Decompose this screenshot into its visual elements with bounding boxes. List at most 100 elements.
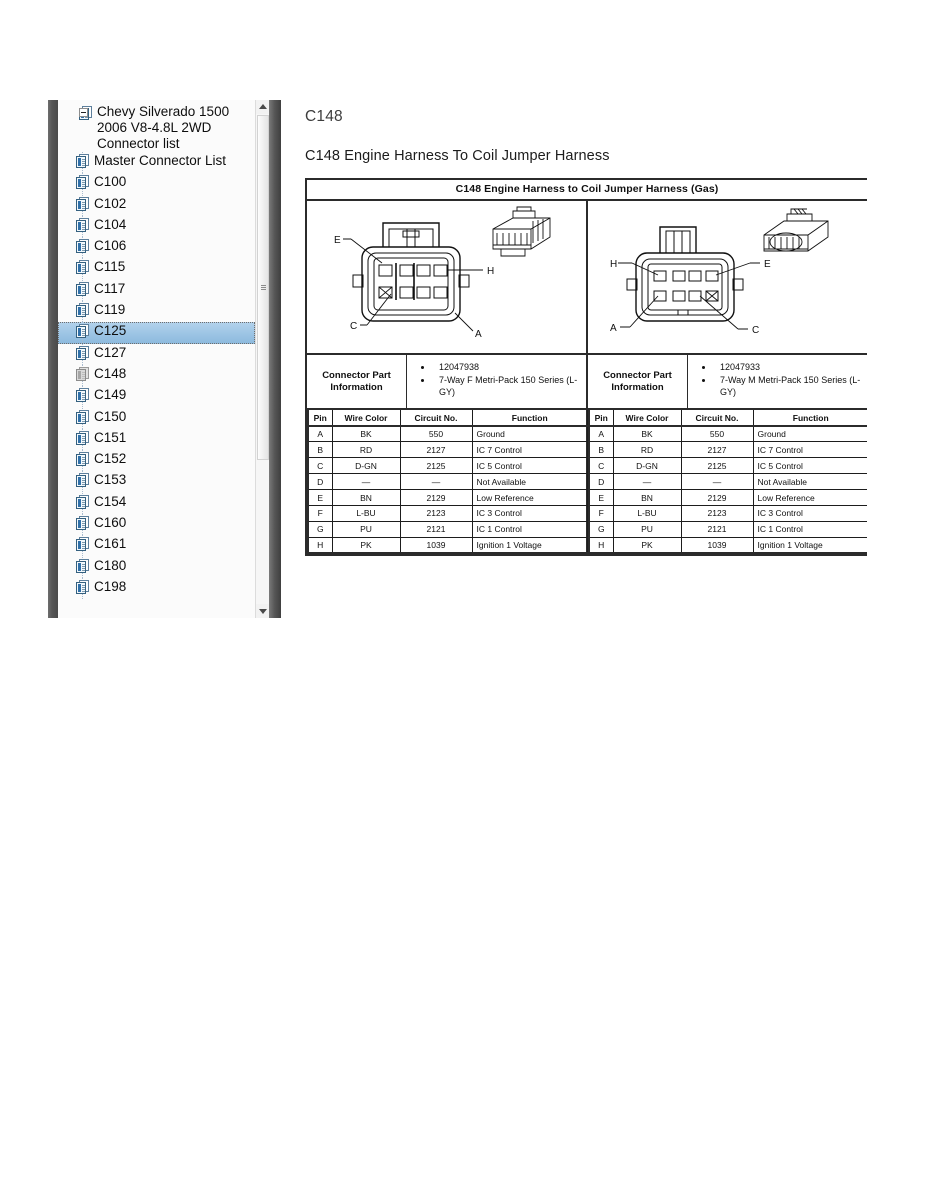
table-row: H PK 1039 Ignition 1 Voltage	[307, 536, 588, 555]
cpi-values-male: 12047933 7-Way M Metri-Pack 150 Series (…	[688, 355, 867, 408]
tree-item-label: C100	[94, 174, 127, 190]
tree-item-c125[interactable]: C125	[58, 322, 255, 344]
cell-function: IC 3 Control	[752, 504, 867, 522]
callout-C: C	[752, 325, 759, 336]
document-icon	[76, 409, 89, 424]
pin-table-half-male: Pin Wire Color Circuit No. Function A BK 550 Gr…	[588, 408, 867, 555]
pin-table-header-row: Pin Wire Color Circuit No. Function	[307, 408, 588, 427]
cell-function: Low Reference	[752, 489, 867, 506]
cell-wire: BK	[612, 425, 682, 443]
pin-table-half-female: Pin Wire Color Circuit No. Function A BK 550 Gr…	[307, 408, 588, 555]
cell-pin: G	[307, 520, 333, 538]
tree-item-c154[interactable]: C154	[58, 492, 255, 515]
connector-info-block: C148 Engine Harness to Coil Jumper Harne…	[305, 178, 867, 557]
tree-item-c150[interactable]: C150	[58, 407, 255, 430]
cell-function: IC 7 Control	[471, 441, 588, 459]
cell-wire: PU	[331, 520, 401, 538]
document-icon	[76, 558, 89, 573]
cell-pin: D	[588, 473, 614, 491]
cell-circuit: 550	[399, 425, 473, 443]
tree-item-label: C104	[94, 216, 127, 232]
tree-item-master-connector-list[interactable]: Master Connector List	[58, 152, 255, 174]
tree-item-label: C154	[94, 493, 127, 509]
collapse-minus-icon[interactable]	[79, 108, 88, 117]
table-row: G PU 2121 IC 1 Control	[307, 520, 588, 538]
document-icon	[76, 473, 89, 488]
cell-circuit: 2121	[680, 520, 754, 538]
scroll-up-arrow-icon[interactable]	[256, 100, 269, 114]
tree-root-label: Chevy Silverado 1500 2006 V8-4.8L 2WD Co…	[97, 104, 230, 151]
connector-part-information-row: Connector Part Information 12047938 7-Wa…	[307, 353, 867, 408]
callout-A: A	[610, 323, 617, 334]
tree-item-c152[interactable]: C152	[58, 450, 255, 472]
cell-circuit: 2129	[680, 489, 754, 506]
tree-scroll-area[interactable]: Chevy Silverado 1500 2006 V8-4.8L 2WD Co…	[58, 100, 269, 618]
tree-item-c117[interactable]: C117	[58, 279, 255, 302]
cell-circuit: 2129	[399, 489, 473, 506]
tree-item-c151[interactable]: C151	[58, 428, 255, 451]
document-icon	[76, 154, 89, 168]
table-row: A BK 550 Ground	[588, 425, 867, 443]
tree-item-c198[interactable]: C198	[58, 577, 255, 600]
tree-item-c119[interactable]: C119	[58, 301, 255, 323]
cell-pin: H	[307, 536, 333, 555]
tree-scrollbar[interactable]	[255, 100, 269, 618]
tree-root-node[interactable]: Chevy Silverado 1500 2006 V8-4.8L 2WD Co…	[58, 104, 255, 152]
tree-item-c104[interactable]: C104	[58, 215, 255, 238]
tree-item-c148[interactable]: C148	[58, 364, 255, 387]
column-header-circuit-no: Circuit No.	[680, 408, 754, 427]
cell-pin: A	[307, 425, 333, 443]
cell-wire: D-GN	[612, 457, 682, 475]
tree-item-c149[interactable]: C149	[58, 386, 255, 408]
scroll-down-arrow-icon[interactable]	[256, 604, 269, 618]
cell-circuit: 2125	[680, 457, 754, 475]
cell-wire: —	[612, 473, 682, 491]
document-icon	[76, 537, 89, 552]
cell-circuit: —	[399, 473, 473, 491]
scrollbar-thumb[interactable]	[257, 115, 269, 460]
document-icon	[76, 516, 89, 531]
tree-item-c100[interactable]: C100	[58, 173, 255, 195]
tree-item-c161[interactable]: C161	[58, 535, 255, 557]
cell-pin: C	[588, 457, 614, 475]
tree-item-label: C151	[94, 429, 127, 445]
cpi-label-male: Connector Part Information	[588, 355, 688, 408]
tree-item-c102[interactable]: C102	[58, 194, 255, 217]
document-icon	[76, 196, 89, 211]
cell-wire: PU	[612, 520, 682, 538]
cell-circuit: 2123	[680, 504, 754, 522]
cell-wire: RD	[612, 441, 682, 459]
tree-item-label: C125	[94, 323, 127, 339]
tree-item-label: C153	[94, 472, 127, 488]
cpi-description-female: 7-Way F Metri-Pack 150 Series (L-GY)	[433, 374, 582, 399]
tree-item-c106[interactable]: C106	[58, 237, 255, 259]
tree-item-c160[interactable]: C160	[58, 514, 255, 536]
cpi-part-number-male: 12047933	[714, 361, 865, 374]
tree-item-label: C161	[94, 536, 127, 552]
tree-item-c153[interactable]: C153	[58, 471, 255, 494]
cell-function: IC 1 Control	[752, 520, 867, 538]
document-icon	[76, 366, 89, 381]
cell-function: Ignition 1 Voltage	[471, 536, 588, 555]
cell-wire: BK	[331, 425, 401, 443]
table-row: H PK 1039 Ignition 1 Voltage	[588, 536, 867, 555]
document-icon	[76, 452, 89, 467]
table-row: B RD 2127 IC 7 Control	[588, 441, 867, 459]
document-icon	[76, 345, 89, 360]
pin-table-female: Pin Wire Color Circuit No. Function A BK 550 Gr…	[307, 408, 588, 555]
cell-pin: B	[307, 441, 333, 459]
tree-item-label: C152	[94, 451, 127, 467]
callout-E: E	[334, 235, 341, 246]
cell-circuit: 2121	[399, 520, 473, 538]
document-icon	[76, 324, 89, 339]
cell-circuit: 1039	[680, 536, 754, 555]
cpi-part-number-female: 12047938	[433, 361, 582, 374]
document-icon	[76, 303, 89, 318]
tree-item-c180[interactable]: C180	[58, 556, 255, 579]
callout-C: C	[350, 321, 357, 332]
cell-circuit: 2127	[680, 441, 754, 459]
tree-item-c115[interactable]: C115	[58, 258, 255, 281]
tree-item-c127[interactable]: C127	[58, 343, 255, 366]
connector-diagram-female: E H C A	[307, 201, 588, 353]
cell-wire: L-BU	[331, 504, 401, 522]
